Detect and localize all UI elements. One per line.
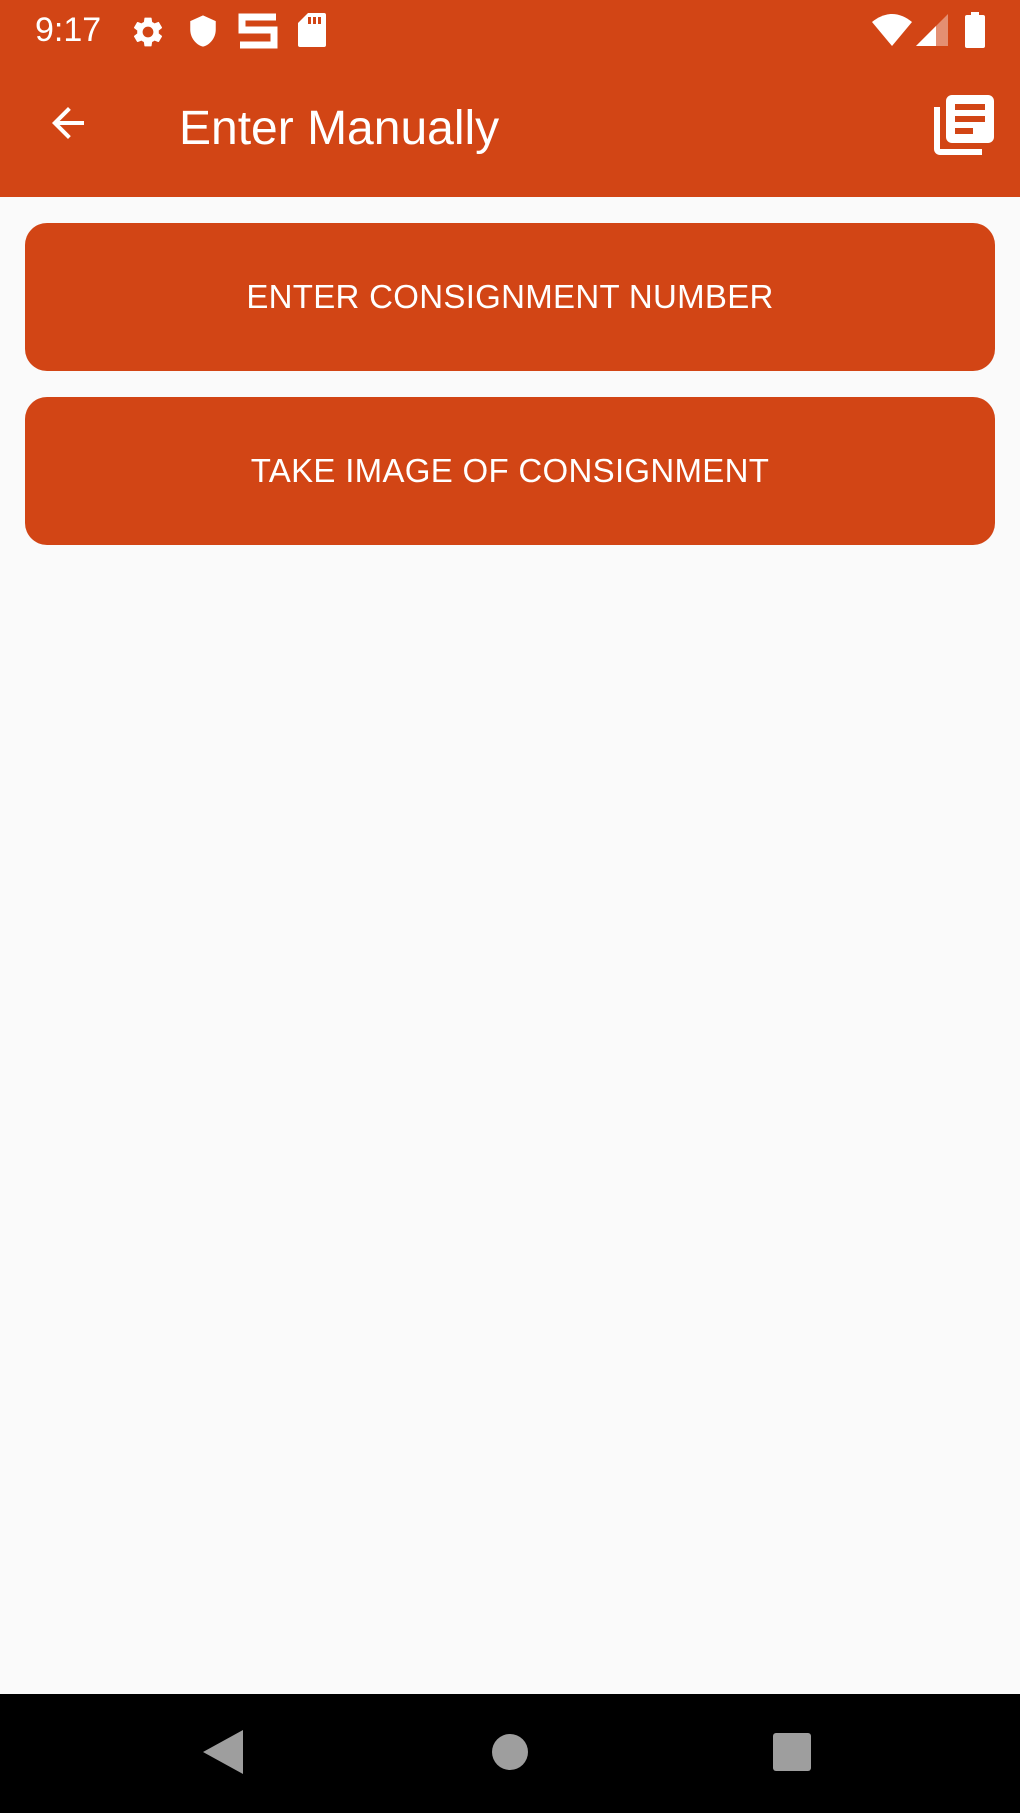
- library-books-icon: [928, 89, 1000, 166]
- system-nav-bar: [0, 1694, 1020, 1813]
- sd-card-icon: [298, 13, 326, 52]
- gear-icon: [130, 14, 166, 55]
- shield-icon: [186, 13, 220, 54]
- home-circle-icon[interactable]: [491, 1733, 529, 1776]
- page-title: Enter Manually: [179, 102, 500, 155]
- enter-consignment-number-button[interactable]: ENTER CONSIGNMENT NUMBER: [25, 223, 995, 371]
- take-image-of-consignment-button[interactable]: TAKE IMAGE OF CONSIGNMENT: [25, 397, 995, 545]
- back-button[interactable]: [28, 85, 108, 165]
- cell-signal-icon: [916, 14, 948, 51]
- battery-icon: [965, 12, 985, 53]
- back-triangle-icon[interactable]: [203, 1730, 243, 1779]
- status-time: 9:17: [35, 11, 102, 49]
- library-books-button[interactable]: [926, 89, 1002, 165]
- arrow-back-icon: [44, 99, 92, 152]
- status-bar: 9:17: [0, 0, 1020, 63]
- app-bar: Enter Manually: [0, 63, 1020, 197]
- recents-square-icon[interactable]: [773, 1733, 811, 1776]
- s-logo-icon: [238, 13, 278, 54]
- wifi-icon: [872, 14, 912, 51]
